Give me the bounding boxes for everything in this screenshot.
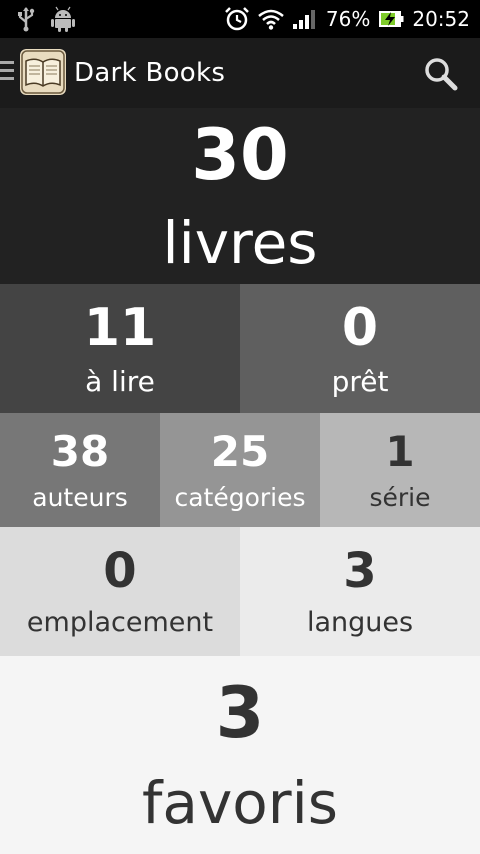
favoris-count: 3 (215, 672, 265, 754)
tile-emplacement[interactable]: 0 emplacement (0, 527, 240, 656)
livres-label: livres (162, 209, 318, 277)
tile-livres[interactable]: 30 livres (0, 108, 480, 284)
tile-a-lire[interactable]: 11 à lire (0, 284, 240, 413)
langues-count: 3 (343, 543, 377, 599)
langues-label: langues (306, 607, 414, 638)
a-lire-count: 11 (83, 297, 157, 358)
wifi-icon (258, 8, 284, 30)
serie-label: série (369, 482, 431, 512)
clock: 20:52 (412, 7, 470, 31)
auteurs-label: auteurs (32, 482, 128, 512)
categories-count: 25 (210, 426, 270, 476)
tile-categories[interactable]: 25 catégories (160, 413, 320, 527)
drawer-toggle-icon[interactable] (0, 61, 14, 83)
tile-serie[interactable]: 1 série (320, 413, 480, 527)
pret-count: 0 (341, 297, 379, 358)
categories-label: catégories (174, 482, 306, 512)
tile-pret[interactable]: 0 prêt (240, 284, 480, 413)
search-icon[interactable] (422, 55, 460, 93)
signal-icon (292, 8, 318, 30)
a-lire-label: à lire (85, 364, 155, 398)
auteurs-count: 38 (50, 426, 110, 476)
tile-langues[interactable]: 3 langues (240, 527, 480, 656)
emplacement-count: 0 (103, 543, 137, 599)
tile-auteurs[interactable]: 38 auteurs (0, 413, 160, 527)
android-icon (50, 6, 76, 32)
status-bar: 76% 20:52 (0, 0, 480, 38)
favoris-label: favoris (142, 769, 338, 837)
alarm-icon (224, 6, 250, 32)
emplacement-label: emplacement (26, 607, 214, 638)
app-title: Dark Books (74, 58, 226, 88)
tile-favoris[interactable]: 3 favoris (0, 656, 480, 854)
livres-count: 30 (191, 114, 289, 196)
pret-label: prêt (331, 364, 389, 398)
book-logo-icon[interactable] (20, 49, 66, 95)
battery-percent: 76% (325, 7, 371, 31)
battery-charging-icon (378, 9, 404, 29)
action-bar: Dark Books (0, 38, 480, 108)
usb-icon (16, 6, 36, 32)
serie-count: 1 (385, 426, 415, 476)
